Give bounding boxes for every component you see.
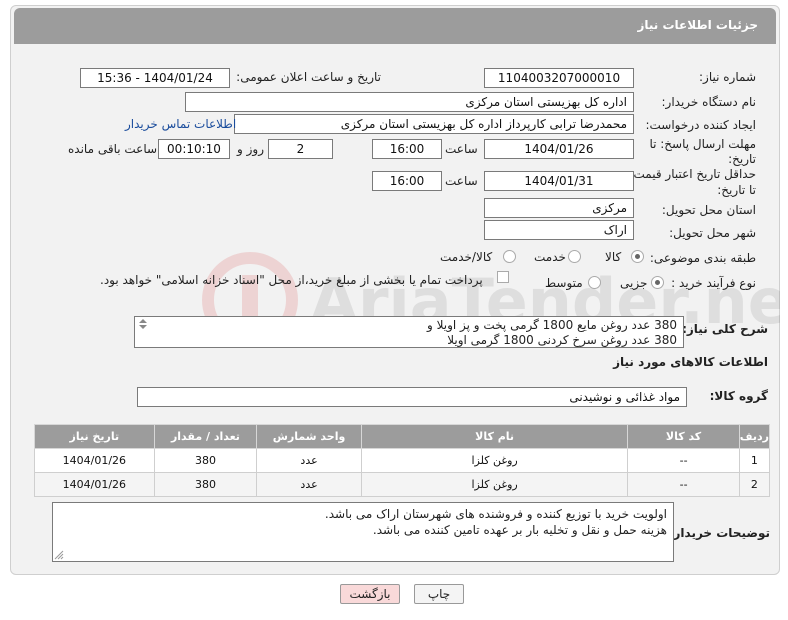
need-number-field: 1104003207000010	[484, 68, 634, 88]
back-button[interactable]: بازگشت	[340, 584, 400, 604]
col-code: کد کالا	[627, 424, 740, 449]
goods-table: ردیف کد کالا نام کالا واحد شمارش تعداد /…	[34, 424, 771, 497]
city-label: شهر محل تحویل:	[669, 226, 756, 240]
price-deadline-label-1: حداقل تاریخ اعتبار قیمت:	[629, 167, 756, 181]
reply-remaining-field: 00:10:10	[158, 139, 230, 159]
cell-code: --	[627, 448, 740, 473]
print-button[interactable]: چاپ	[414, 584, 464, 604]
announce-field: 1404/01/24 - 15:36	[80, 68, 230, 88]
table-row: 2 -- روغن کلزا عدد 380 1404/01/26	[34, 472, 771, 497]
category-option-both: کالا/خدمت	[440, 250, 493, 264]
cell-name: روغن کلزا	[360, 472, 629, 497]
description-textarea[interactable]: 380 عدد روغن مایع 1800 گرمی پخت و پز اوی…	[134, 316, 684, 348]
process-label: نوع فرآیند خرید :	[671, 276, 756, 290]
process-option-medium: متوسط	[545, 276, 583, 290]
cell-row: 1	[738, 448, 771, 473]
goods-section-title: اطلاعات کالاهای مورد نیاز	[613, 355, 768, 369]
buyer-contact-link[interactable]: اطلاعات تماس خریدار	[125, 117, 236, 131]
panel-header: جزئیات اطلاعات نیاز	[14, 8, 776, 44]
reply-days-field: 2	[268, 139, 333, 159]
col-row: ردیف	[738, 424, 771, 449]
reply-deadline-label-1: مهلت ارسال پاسخ: تا	[649, 137, 756, 151]
goods-group-label: گروه کالا:	[709, 389, 768, 403]
description-line-2: 380 عدد روغن سرخ کردنی 1800 گرمی اویلا	[447, 333, 677, 347]
description-label: شرح کلی نیاز:	[682, 322, 768, 336]
province-label: استان محل تحویل:	[661, 203, 756, 217]
table-row: 1 -- روغن کلزا عدد 380 1404/01/26	[34, 448, 771, 473]
process-radio-medium[interactable]	[588, 276, 601, 289]
treasury-payment-checkbox[interactable]	[497, 271, 509, 283]
cell-name: روغن کلزا	[360, 448, 629, 473]
reply-date-field: 1404/01/26	[484, 139, 634, 159]
goods-table-header: ردیف کد کالا نام کالا واحد شمارش تعداد /…	[34, 424, 771, 449]
price-date-field: 1404/01/31	[484, 171, 634, 191]
reply-time-field: 16:00	[372, 139, 442, 159]
reply-remaining-label: ساعت باقی مانده	[68, 142, 158, 156]
description-scroll-icon[interactable]	[138, 318, 148, 330]
col-date: تاریخ نیاز	[34, 424, 155, 449]
process-option-minor: جزیی	[620, 276, 648, 290]
reply-time-label: ساعت	[445, 142, 478, 156]
price-time-field: 16:00	[372, 171, 442, 191]
buyer-notes-line-1: اولویت خرید با توزیع کننده و فروشنده های…	[324, 507, 667, 521]
requester-label: ایجاد کننده درخواست:	[645, 118, 756, 132]
resize-grip-icon[interactable]	[54, 550, 64, 560]
process-radio-minor[interactable]	[651, 276, 664, 289]
buyer-notes-line-2: هزینه حمل و نقل و تخلیه بار بر عهده تامی…	[372, 523, 667, 537]
announce-label: تاریخ و ساعت اعلان عمومی:	[236, 70, 381, 84]
treasury-payment-note: پرداخت تمام یا بخشی از مبلغ خرید،از محل …	[100, 273, 483, 287]
need-number-label: شماره نیاز:	[699, 70, 756, 84]
cell-qty: 380	[153, 448, 258, 473]
description-line-1: 380 عدد روغن مایع 1800 گرمی پخت و پز اوی…	[426, 318, 677, 332]
panel-title: جزئیات اطلاعات نیاز	[637, 18, 758, 32]
price-time-label: ساعت	[445, 174, 478, 188]
goods-table-wrapper: ردیف کد کالا نام کالا واحد شمارش تعداد /…	[34, 424, 771, 497]
city-field: اراک	[484, 220, 634, 240]
cell-date: 1404/01/26	[34, 472, 155, 497]
buyer-notes-label: توضیحات خریدار:	[668, 526, 770, 540]
category-option-goods: کالا	[605, 250, 622, 264]
reply-days-label: روز و	[237, 142, 264, 156]
cell-unit: عدد	[256, 448, 362, 473]
col-name: نام کالا	[360, 424, 629, 449]
category-label: طبقه بندی موضوعی:	[649, 251, 756, 265]
cell-qty: 380	[153, 472, 258, 497]
col-qty: تعداد / مقدار	[153, 424, 258, 449]
cell-date: 1404/01/26	[34, 448, 155, 473]
goods-group-field: مواد غذائی و نوشیدنی	[137, 387, 687, 407]
cell-unit: عدد	[256, 472, 362, 497]
requester-field: محمدرضا ترابی کارپرداز اداره کل بهزیستی …	[234, 114, 634, 134]
price-deadline-label-2: تا تاریخ:	[717, 183, 756, 197]
buyer-org-label: نام دستگاه خریدار:	[661, 95, 757, 109]
buyer-notes-textarea[interactable]: اولویت خرید با توزیع کننده و فروشنده های…	[52, 502, 674, 562]
cell-code: --	[627, 472, 740, 497]
province-field: مرکزی	[484, 198, 634, 218]
category-option-service: خدمت	[534, 250, 566, 264]
category-radio-service[interactable]	[568, 250, 581, 263]
cell-row: 2	[738, 472, 771, 497]
col-unit: واحد شمارش	[256, 424, 362, 449]
category-radio-goods[interactable]	[631, 250, 644, 263]
buyer-org-field: اداره کل بهزیستی استان مرکزی	[185, 92, 634, 112]
category-radio-both[interactable]	[503, 250, 516, 263]
reply-deadline-label-2: تاریخ:	[728, 152, 756, 166]
